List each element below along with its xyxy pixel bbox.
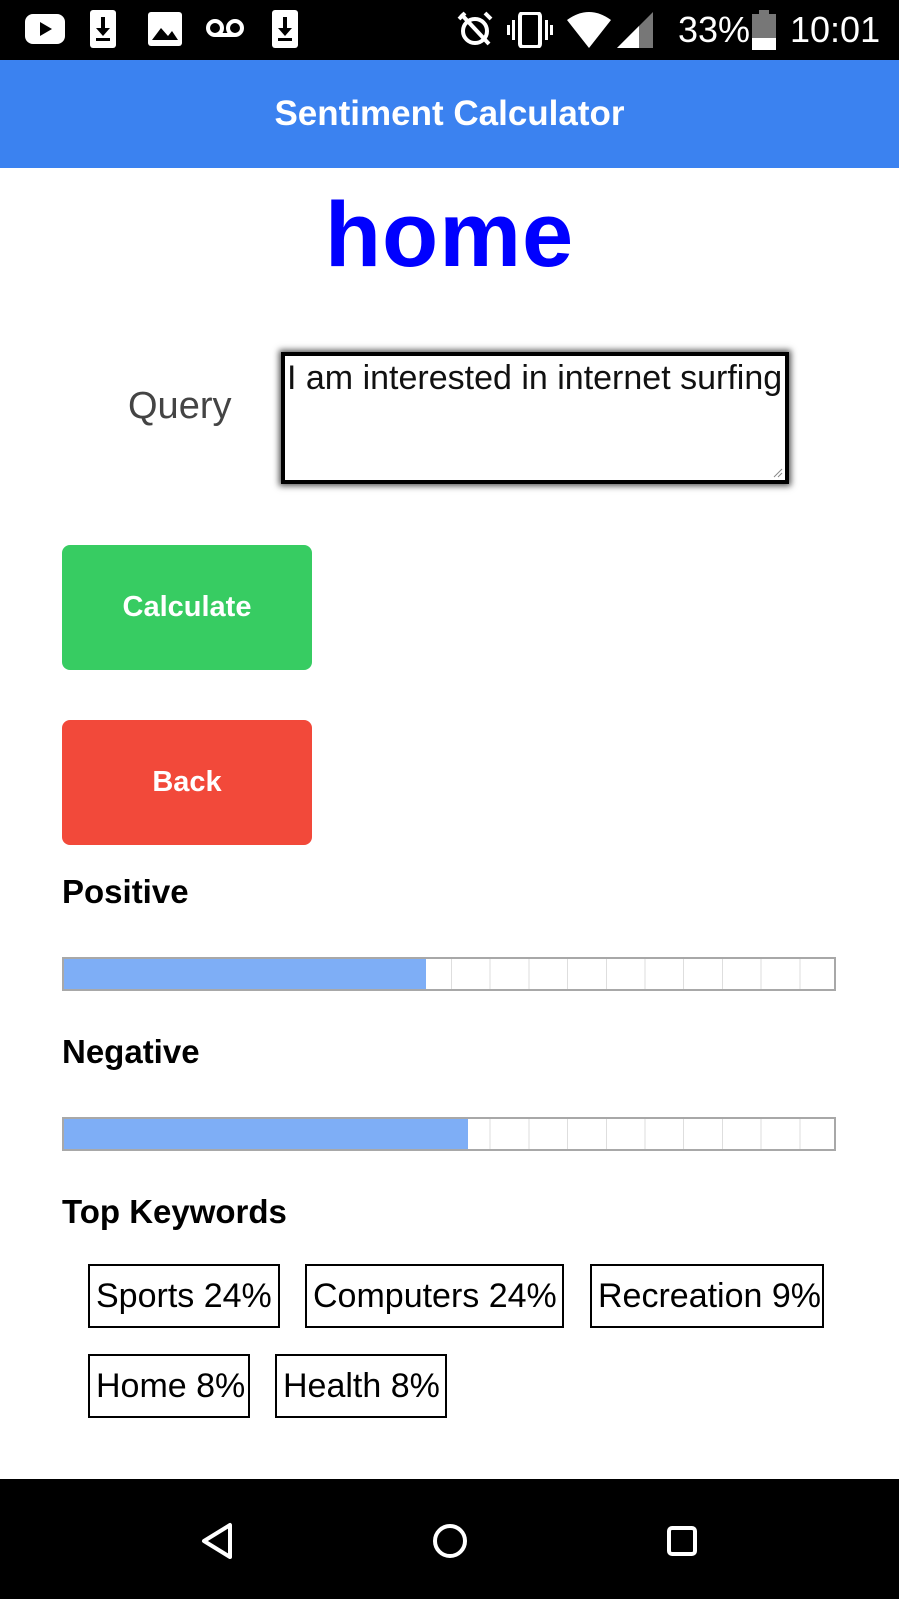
wifi-icon [567, 12, 611, 48]
battery-icon [752, 10, 776, 50]
back-button[interactable]: Back [62, 720, 312, 845]
query-textarea[interactable]: I am interested in internet surfing [281, 352, 789, 484]
back-button-label: Back [152, 766, 222, 798]
keyword-chip: Home 8% [88, 1354, 250, 1418]
negative-meter-fill [64, 1119, 469, 1149]
image-icon [148, 12, 182, 46]
voicemail-icon [206, 19, 244, 37]
negative-label: Negative [62, 1033, 200, 1070]
home-circle-icon[interactable] [428, 1519, 472, 1563]
keyword-chip: Health 8% [275, 1354, 447, 1418]
download-icon [90, 10, 116, 48]
negative-meter [62, 1117, 836, 1151]
download-icon [272, 10, 298, 48]
clock: 10:01 [790, 9, 881, 50]
positive-meter-fill [64, 959, 426, 989]
page-title: home [324, 184, 575, 286]
top-keywords-label: Top Keywords [62, 1193, 287, 1230]
query-label: Query [128, 385, 232, 427]
keyword-chip: Computers 24% [305, 1264, 564, 1328]
youtube-icon [25, 14, 65, 44]
app-bar: Sentiment Calculator [0, 60, 899, 168]
alarm-off-icon [457, 11, 493, 46]
navigation-bar [0, 1479, 899, 1599]
signal-icon [617, 12, 653, 48]
keyword-chip: Sports 24% [88, 1264, 280, 1328]
positive-meter [62, 957, 836, 991]
app-title: Sentiment Calculator [274, 94, 625, 133]
back-triangle-icon[interactable] [196, 1519, 240, 1563]
calculate-button-label: Calculate [122, 591, 252, 623]
calculate-button[interactable]: Calculate [62, 545, 312, 670]
keyword-chip: Recreation 9% [590, 1264, 824, 1328]
vibrate-icon [507, 12, 553, 48]
query-text: I am interested in internet surfing [287, 359, 783, 397]
battery-percent: 33% [678, 9, 751, 50]
resize-grip-icon[interactable] [773, 468, 783, 478]
recents-square-icon[interactable] [660, 1519, 704, 1563]
positive-label: Positive [62, 873, 189, 910]
status-bar: 33% 10:01 [0, 0, 899, 60]
